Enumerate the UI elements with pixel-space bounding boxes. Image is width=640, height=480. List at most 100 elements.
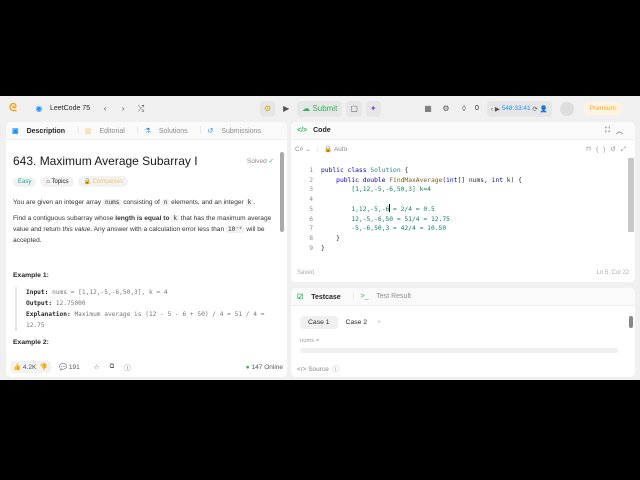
case-1-tab[interactable]: Case 1 (300, 316, 338, 329)
topics-tag[interactable]: ⌂ Topics (41, 177, 74, 187)
comments-button[interactable]: 💬 191 (59, 363, 80, 371)
source-link[interactable]: </> Source ⓘ (297, 363, 339, 373)
study-plan-link[interactable]: LeetCode 75 (50, 105, 90, 112)
tab-testcase[interactable]: ☑ Testcase (297, 293, 347, 301)
case-tabs: Case 1 Case 2 + (300, 316, 381, 329)
layout-icon[interactable]: ▦ (421, 101, 435, 117)
description-body: 643. Maximum Average Subarray I Solved ✓… (6, 140, 281, 357)
tab-editorial[interactable]: ▥ Editorial (85, 127, 131, 135)
saved-status: Saved (297, 270, 315, 276)
example-1-title: Example 1: (13, 272, 49, 279)
streak-icon[interactable]: ◊ (457, 101, 471, 117)
code-line: 1 public class Solution { (291, 166, 522, 176)
code-text: 1,12,-5,-6 = 2/4 = 0.5 (321, 205, 435, 213)
auto-mode[interactable]: 🔒 Auto (324, 145, 347, 153)
code-text: public class Solution { (321, 167, 409, 174)
code-line: 8 } (291, 234, 522, 244)
code-line: 7 -5,-6,50,3 = 42/4 = 10.50 (291, 224, 522, 234)
study-plan-icon: ◉ (35, 104, 43, 113)
scrollbar[interactable] (280, 152, 284, 232)
ai-icon[interactable]: ✦ (365, 100, 381, 117)
tab-description[interactable]: ▣ Description (12, 127, 71, 135)
line-number: 4 (309, 196, 313, 204)
code-text: 12,-5,-6,50 = 51/4 = 12.75 (321, 215, 450, 223)
line-number: 6 (309, 215, 313, 223)
notes-icon[interactable]: ▢ (346, 100, 362, 117)
code-text: [1,12,-5,-6,50,3] k=4 (321, 186, 431, 194)
avatar[interactable] (559, 101, 574, 116)
like-button[interactable]: 👍 4.2K 👎 (10, 361, 51, 373)
testcase-scrollbar[interactable] (629, 316, 633, 328)
code-line: 6 12,-5,-6,50 = 51/4 = 12.75 (291, 215, 522, 225)
prev-icon[interactable]: ‹ (98, 101, 112, 117)
editor-actions[interactable]: ⊓{}↺⤢ (586, 145, 631, 154)
tab-test-result[interactable]: >_ Test Result (361, 293, 417, 300)
right-tools: ▦ ⚙ ◊ 0 ‹ ▶ 548:33:41 ⟳ 👤 Premium (421, 100, 622, 117)
editor-toolbar: C# ⌄ | 🔒 Auto ⊓{}↺⤢ (295, 145, 631, 154)
code-line: 9} (291, 244, 522, 254)
debug-icon[interactable]: ⚙ (260, 100, 276, 117)
collapse-icon[interactable]: ︿ (616, 126, 623, 136)
problem-statement-2: Find a contiguous subarray whose length … (13, 215, 272, 244)
line-number: 7 (309, 225, 313, 233)
case-2-tab[interactable]: Case 2 (338, 316, 376, 329)
code-header: </> Code ⛶ ︿ (291, 122, 635, 140)
description-tabs: ▣ Description | ▥ Editorial | ⚗ Solutions |… (6, 122, 287, 140)
fullscreen-icon[interactable]: ⛶ (605, 127, 610, 135)
nums-label: nums = (300, 338, 320, 344)
code-line: 4 (291, 195, 522, 205)
leetcode-logo-icon[interactable]: ᘓ (6, 101, 20, 117)
code-panel: </> Code ⛶ ︿ C# ⌄ | 🔒 Auto ⊓{}↺⤢ 1 public c… (291, 122, 635, 282)
line-number: 8 (309, 234, 313, 242)
cursor-position: Ln 5, Col 22 (596, 270, 629, 276)
description-footer: 👍 4.2K 👎 💬 191 ☆ ⧉ ⓘ ● 147 Online (6, 357, 287, 377)
difficulty-badge[interactable]: Easy (13, 177, 37, 187)
nums-input[interactable] (300, 348, 618, 353)
next-icon[interactable]: › (116, 101, 130, 117)
settings-icon[interactable]: ⚙ (439, 101, 453, 117)
timer[interactable]: ‹ ▶ 548:33:41 ⟳ 👤 (486, 100, 552, 117)
editor-scrollbar[interactable] (628, 158, 634, 232)
problem-title: 643. Maximum Average Subarray I (13, 154, 198, 168)
leetcode-app: ᘓ ◉ LeetCode 75 ‹ › ⤮ ⚙ ▶ ☁ Submit ▢ ✦ ▦… (0, 96, 640, 380)
star-icon[interactable]: ☆ (94, 363, 100, 371)
timer-value: 548:33:41 (501, 105, 531, 112)
example-1-block: Input: nums = [1,12,-5,-6,50,3], k = 4 O… (15, 287, 270, 331)
top-nav: ᘓ ◉ LeetCode 75 ‹ › ⤮ ⚙ ▶ ☁ Submit ▢ ✦ ▦… (0, 96, 640, 121)
line-number: 1 (309, 167, 313, 174)
shuffle-icon[interactable]: ⤮ (134, 101, 148, 117)
share-icon[interactable]: ⧉ (110, 363, 115, 371)
line-number: 5 (309, 205, 313, 213)
language-select[interactable]: C# ⌄ (295, 145, 311, 153)
code-editor[interactable]: 1 public class Solution { 2 public double … (291, 166, 522, 253)
line-number: 2 (309, 176, 313, 184)
submit-label: Submit (312, 104, 338, 113)
line-number: 3 (309, 186, 313, 194)
companies-tag[interactable]: 🔒 Companies (78, 176, 128, 187)
code-line: 2 public double FindMaxAverage(int[] num… (291, 176, 522, 186)
problem-statement-1: You are given an integer array nums cons… (13, 199, 256, 206)
code-text: } (321, 244, 325, 252)
example-2-title: Example 2: (13, 339, 49, 346)
submit-button[interactable]: ☁ Submit (297, 100, 343, 117)
premium-button[interactable]: Premium (583, 102, 622, 115)
tab-solutions[interactable]: ⚗ Solutions (145, 127, 194, 135)
help-icon[interactable]: ⓘ (124, 362, 131, 372)
tab-submissions[interactable]: ↺ Submissions (207, 127, 267, 135)
solved-badge: Solved ✓ (246, 158, 274, 165)
add-case-button[interactable]: + (377, 319, 381, 326)
code-line: 3 [1,12,-5,-6,50,3] k=4 (291, 185, 522, 195)
line-number: 9 (309, 244, 313, 252)
code-line: 5 1,12,-5,-6 = 2/4 = 0.5 (291, 205, 522, 215)
run-icon[interactable]: ▶ (279, 101, 293, 117)
streak-count: 0 (475, 105, 479, 112)
testcase-panel: ☑ Testcase | >_ Test Result Case 1 Case 2… (291, 288, 635, 377)
online-count: ● 147 Online (245, 363, 283, 371)
testcase-tabs: ☑ Testcase | >_ Test Result (291, 288, 635, 306)
code-text: public double FindMaxAverage(int[] nums,… (336, 176, 522, 184)
description-panel: ▣ Description | ▥ Editorial | ⚗ Solutions |… (6, 122, 287, 377)
action-group: ⚙ ▶ ☁ Submit ▢ ✦ (260, 100, 385, 117)
cursor (389, 204, 390, 212)
code-text: } (321, 234, 340, 242)
code-text: -5,-6,50,3 = 42/4 = 10.50 (321, 225, 447, 233)
